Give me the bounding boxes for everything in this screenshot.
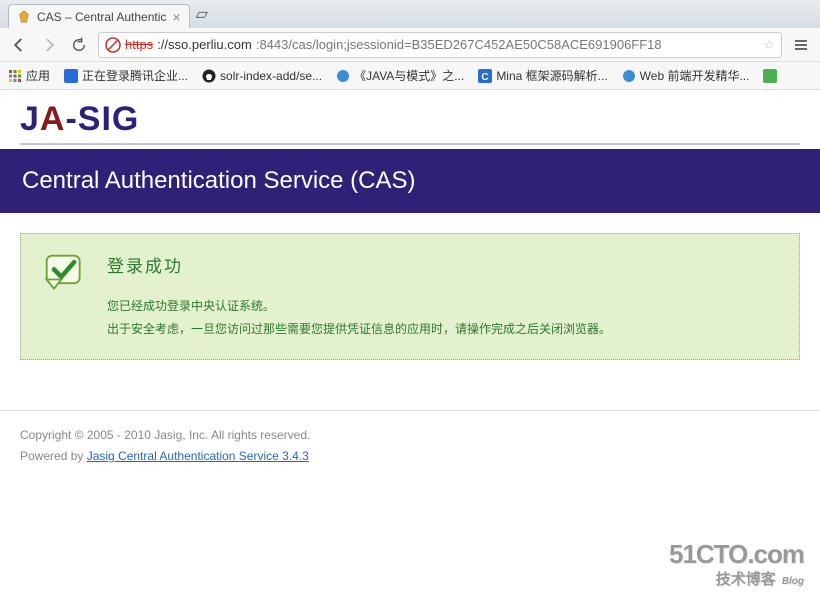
- svg-text:C: C: [482, 72, 489, 83]
- bookmark-label: Mina 框架源码解析...: [496, 67, 607, 84]
- powered-link[interactable]: Jasig Central Authentication Service 3.4…: [87, 449, 309, 463]
- bookmark-item[interactable]: C Mina 框架源码解析...: [478, 67, 607, 84]
- bookmark-icon: [64, 69, 78, 83]
- reload-button[interactable]: [68, 34, 90, 56]
- url-scheme: https: [125, 37, 153, 52]
- bookmark-item[interactable]: 正在登录腾讯企业...: [64, 67, 188, 84]
- success-text: 登录成功 您已经成功登录中央认证系统。 出于安全考虑，一旦您访问过那些需要您提供…: [107, 252, 611, 341]
- apps-icon: [8, 69, 22, 83]
- copyright-text: Copyright © 2005 - 2010 Jasig, Inc. All …: [20, 425, 800, 447]
- favicon-icon: [17, 10, 31, 24]
- new-tab-button[interactable]: ▱: [196, 4, 208, 24]
- bookmark-icon: [763, 69, 777, 83]
- logo-divider: [20, 143, 800, 145]
- main-content: 登录成功 您已经成功登录中央认证系统。 出于安全考虑，一旦您访问过那些需要您提供…: [0, 213, 820, 380]
- success-message-box: 登录成功 您已经成功登录中央认证系统。 出于安全考虑，一旦您访问过那些需要您提供…: [20, 233, 800, 360]
- success-line1: 您已经成功登录中央认证系统。: [107, 295, 611, 318]
- bookmark-label: solr-index-add/se...: [220, 69, 322, 83]
- success-title: 登录成功: [107, 252, 611, 277]
- logo-area: JA-SIG: [0, 90, 820, 149]
- url-host: ://sso.perliu.com: [157, 37, 252, 52]
- github-icon: [202, 69, 216, 83]
- bookmarks-bar: 应用 正在登录腾讯企业... solr-index-add/se... 《JAV…: [0, 62, 820, 90]
- page-title: Central Authentication Service (CAS): [0, 149, 820, 213]
- bookmark-item[interactable]: Web 前端开发精华...: [622, 67, 750, 84]
- tab-strip: CAS – Central Authentic × ▱: [0, 0, 820, 28]
- bookmark-item[interactable]: 《JAVA与模式》之...: [336, 67, 464, 84]
- page-content: JA-SIG Central Authentication Service (C…: [0, 90, 820, 482]
- bookmark-label: 《JAVA与模式》之...: [354, 67, 464, 84]
- bookmark-item[interactable]: solr-index-add/se...: [202, 69, 322, 83]
- back-button[interactable]: [8, 34, 30, 56]
- watermark: 51CTO.com 技术博客Blog: [669, 539, 804, 589]
- page-footer: Copyright © 2005 - 2010 Jasig, Inc. All …: [0, 410, 820, 482]
- success-check-icon: [43, 252, 87, 341]
- bookmark-item[interactable]: [763, 69, 777, 83]
- jasig-logo: JA-SIG: [20, 100, 800, 139]
- bookmark-icon: [336, 69, 350, 83]
- close-icon[interactable]: ×: [172, 10, 180, 24]
- apps-shortcut[interactable]: 应用: [8, 67, 50, 84]
- site-warning-icon: [105, 37, 121, 53]
- menu-button[interactable]: [790, 34, 812, 56]
- powered-prefix: Powered by: [20, 449, 87, 463]
- navigation-bar: https ://sso.perliu.com :8443/cas/login;…: [0, 28, 820, 62]
- bookmark-label: 应用: [26, 67, 50, 84]
- bookmark-icon: [622, 69, 636, 83]
- watermark-line1: 51CTO.com: [669, 539, 804, 570]
- success-line2: 出于安全考虑，一旦您访问过那些需要您提供凭证信息的应用时，请操作完成之后关闭浏览…: [107, 318, 611, 341]
- browser-tab[interactable]: CAS – Central Authentic ×: [8, 4, 190, 28]
- tab-title: CAS – Central Authentic: [37, 10, 166, 24]
- address-bar[interactable]: https ://sso.perliu.com :8443/cas/login;…: [98, 32, 782, 58]
- forward-button[interactable]: [38, 34, 60, 56]
- url-path: :8443/cas/login;jsessionid=B35ED267C452A…: [256, 37, 662, 52]
- bookmark-star-icon[interactable]: ☆: [763, 37, 775, 53]
- powered-by: Powered by Jasig Central Authentication …: [20, 446, 800, 468]
- bookmark-icon: C: [478, 69, 492, 83]
- bookmark-label: Web 前端开发精华...: [640, 67, 750, 84]
- bookmark-label: 正在登录腾讯企业...: [82, 67, 188, 84]
- watermark-line2: 技术博客Blog: [669, 568, 804, 589]
